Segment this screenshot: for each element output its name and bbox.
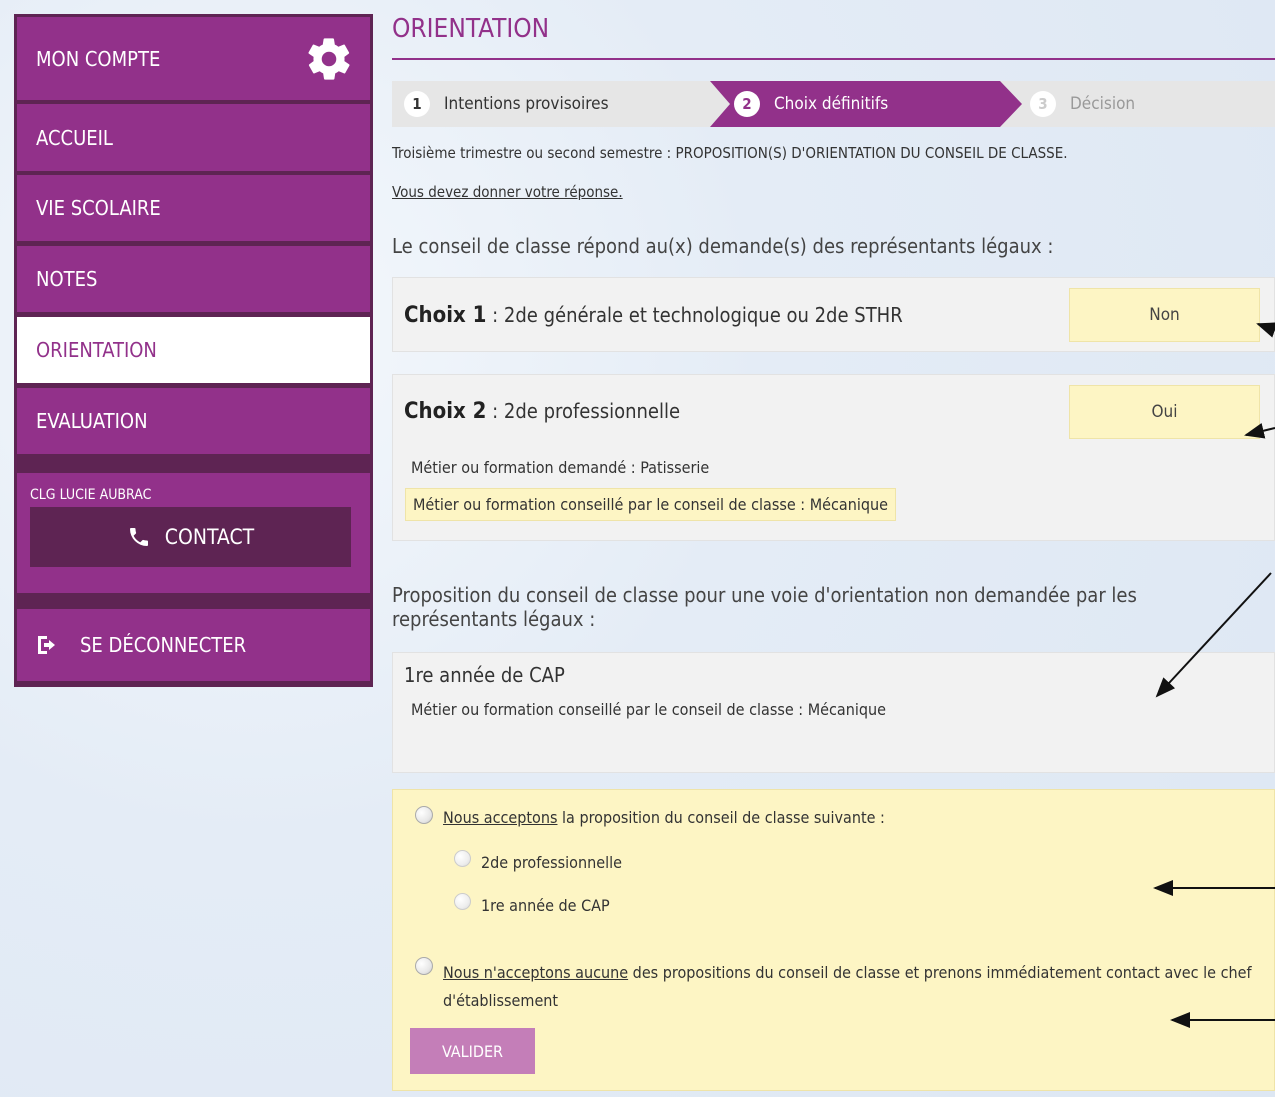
step-label: Décision	[1070, 94, 1136, 114]
phone-icon	[129, 528, 148, 546]
proposal-card: 1re année de CAP Métier ou formation con…	[392, 652, 1275, 773]
gear-icon	[308, 37, 350, 80]
school-block: CLG LUCIE AUBRAC CONTACT	[17, 473, 370, 593]
valider-button[interactable]: VALIDER	[410, 1028, 535, 1074]
choice-1-card: Choix 1 : 2de générale et technologique …	[392, 277, 1275, 352]
choice-2-response: Oui	[1069, 385, 1260, 439]
step-1: 1 Intentions provisoires	[404, 91, 609, 117]
choice-label: 2de générale et technologique ou 2de STH…	[503, 303, 903, 327]
title-divider	[392, 58, 1275, 60]
refuse-radio[interactable]	[415, 957, 433, 975]
contact-label: CONTACT	[164, 525, 255, 549]
council-heading: Le conseil de classe répond au(x) demand…	[392, 234, 1054, 258]
stepper: 1 Intentions provisoires 2 Choix définit…	[392, 81, 1275, 127]
sidebar-item-label: MON COMPTE	[36, 46, 161, 71]
refuse-underlined: Nous n'acceptons aucune	[443, 963, 629, 982]
sub-option-label: 2de professionnelle	[481, 853, 622, 872]
step-number: 3	[1030, 91, 1056, 117]
sidebar-item-notes[interactable]: NOTES	[17, 246, 370, 312]
logout-button[interactable]: SE DÉCONNECTER	[17, 609, 370, 681]
sub-option-label: 1re année de CAP	[481, 896, 610, 915]
sidebar-item-label: EVALUATION	[36, 409, 148, 433]
logout-icon	[38, 636, 55, 654]
choice-2-card: Choix 2 : 2de professionnelle Oui Métier…	[392, 374, 1275, 541]
sidebar-item-orientation[interactable]: ORIENTATION	[17, 317, 370, 383]
step-number: 2	[734, 91, 760, 117]
proposal-label: 1re année de CAP	[404, 663, 565, 687]
sidebar-item-label: ORIENTATION	[36, 338, 157, 362]
choice-separator: :	[486, 399, 504, 423]
step-label: Intentions provisoires	[444, 94, 609, 114]
refuse-option-text: Nous n'acceptons aucune des propositions…	[443, 959, 1268, 1015]
requested-training: Métier ou formation demandé : Patisserie	[411, 458, 710, 477]
page-title: ORIENTATION	[392, 14, 550, 44]
sidebar-item-vie-scolaire[interactable]: VIE SCOLAIRE	[17, 175, 370, 241]
choice-separator: :	[486, 303, 504, 327]
choice-title: Choix 2 : 2de professionnelle	[404, 399, 680, 424]
sidebar-item-label: NOTES	[36, 267, 98, 291]
proposal-heading: Proposition du conseil de classe pour un…	[392, 583, 1137, 631]
sub-option-radio-cap[interactable]	[454, 893, 471, 910]
logout-label: SE DÉCONNECTER	[80, 633, 247, 657]
choice-1-response: Non	[1069, 288, 1260, 342]
step-label: Choix définitifs	[774, 94, 889, 114]
advised-training: Métier ou formation conseillé par le con…	[405, 488, 896, 521]
choice-prefix: Choix 1	[404, 303, 487, 328]
choice-label: 2de professionnelle	[503, 399, 681, 423]
choice-prefix: Choix 2	[404, 399, 487, 424]
sidebar: MON COMPTE ACCUEIL VIE SCOLAIRE NOTES OR…	[14, 14, 373, 687]
school-name: CLG LUCIE AUBRAC	[30, 487, 152, 503]
sidebar-item-accueil[interactable]: ACCUEIL	[17, 104, 370, 171]
acceptance-form: Nous acceptons la proposition du conseil…	[392, 789, 1275, 1091]
accept-option-text: Nous acceptons la proposition du conseil…	[443, 808, 885, 827]
subtitle: Troisième trimestre ou second semestre :…	[392, 144, 1068, 162]
main-content: ORIENTATION 1 Intentions provisoires 2 C…	[392, 0, 1275, 1097]
sidebar-item-label: ACCUEIL	[36, 125, 113, 150]
sidebar-item-mon-compte[interactable]: MON COMPTE	[17, 17, 370, 100]
accept-underlined: Nous acceptons	[443, 808, 558, 827]
choice-title: Choix 1 : 2de générale et technologique …	[404, 303, 903, 328]
accept-radio[interactable]	[415, 806, 433, 824]
step-number: 1	[404, 91, 430, 117]
contact-button[interactable]: CONTACT	[30, 507, 351, 567]
accept-rest: la proposition du conseil de classe suiv…	[557, 808, 885, 827]
step-2: 2 Choix définitifs	[734, 91, 888, 117]
sub-option-radio-2de-pro[interactable]	[454, 850, 471, 867]
sidebar-item-label: VIE SCOLAIRE	[36, 196, 161, 220]
step-3: 3 Décision	[1030, 91, 1135, 117]
answer-prompt-link[interactable]: Vous devez donner votre réponse.	[392, 183, 623, 201]
sidebar-item-evaluation[interactable]: EVALUATION	[17, 388, 370, 454]
proposal-advised: Métier ou formation conseillé par le con…	[411, 700, 886, 719]
